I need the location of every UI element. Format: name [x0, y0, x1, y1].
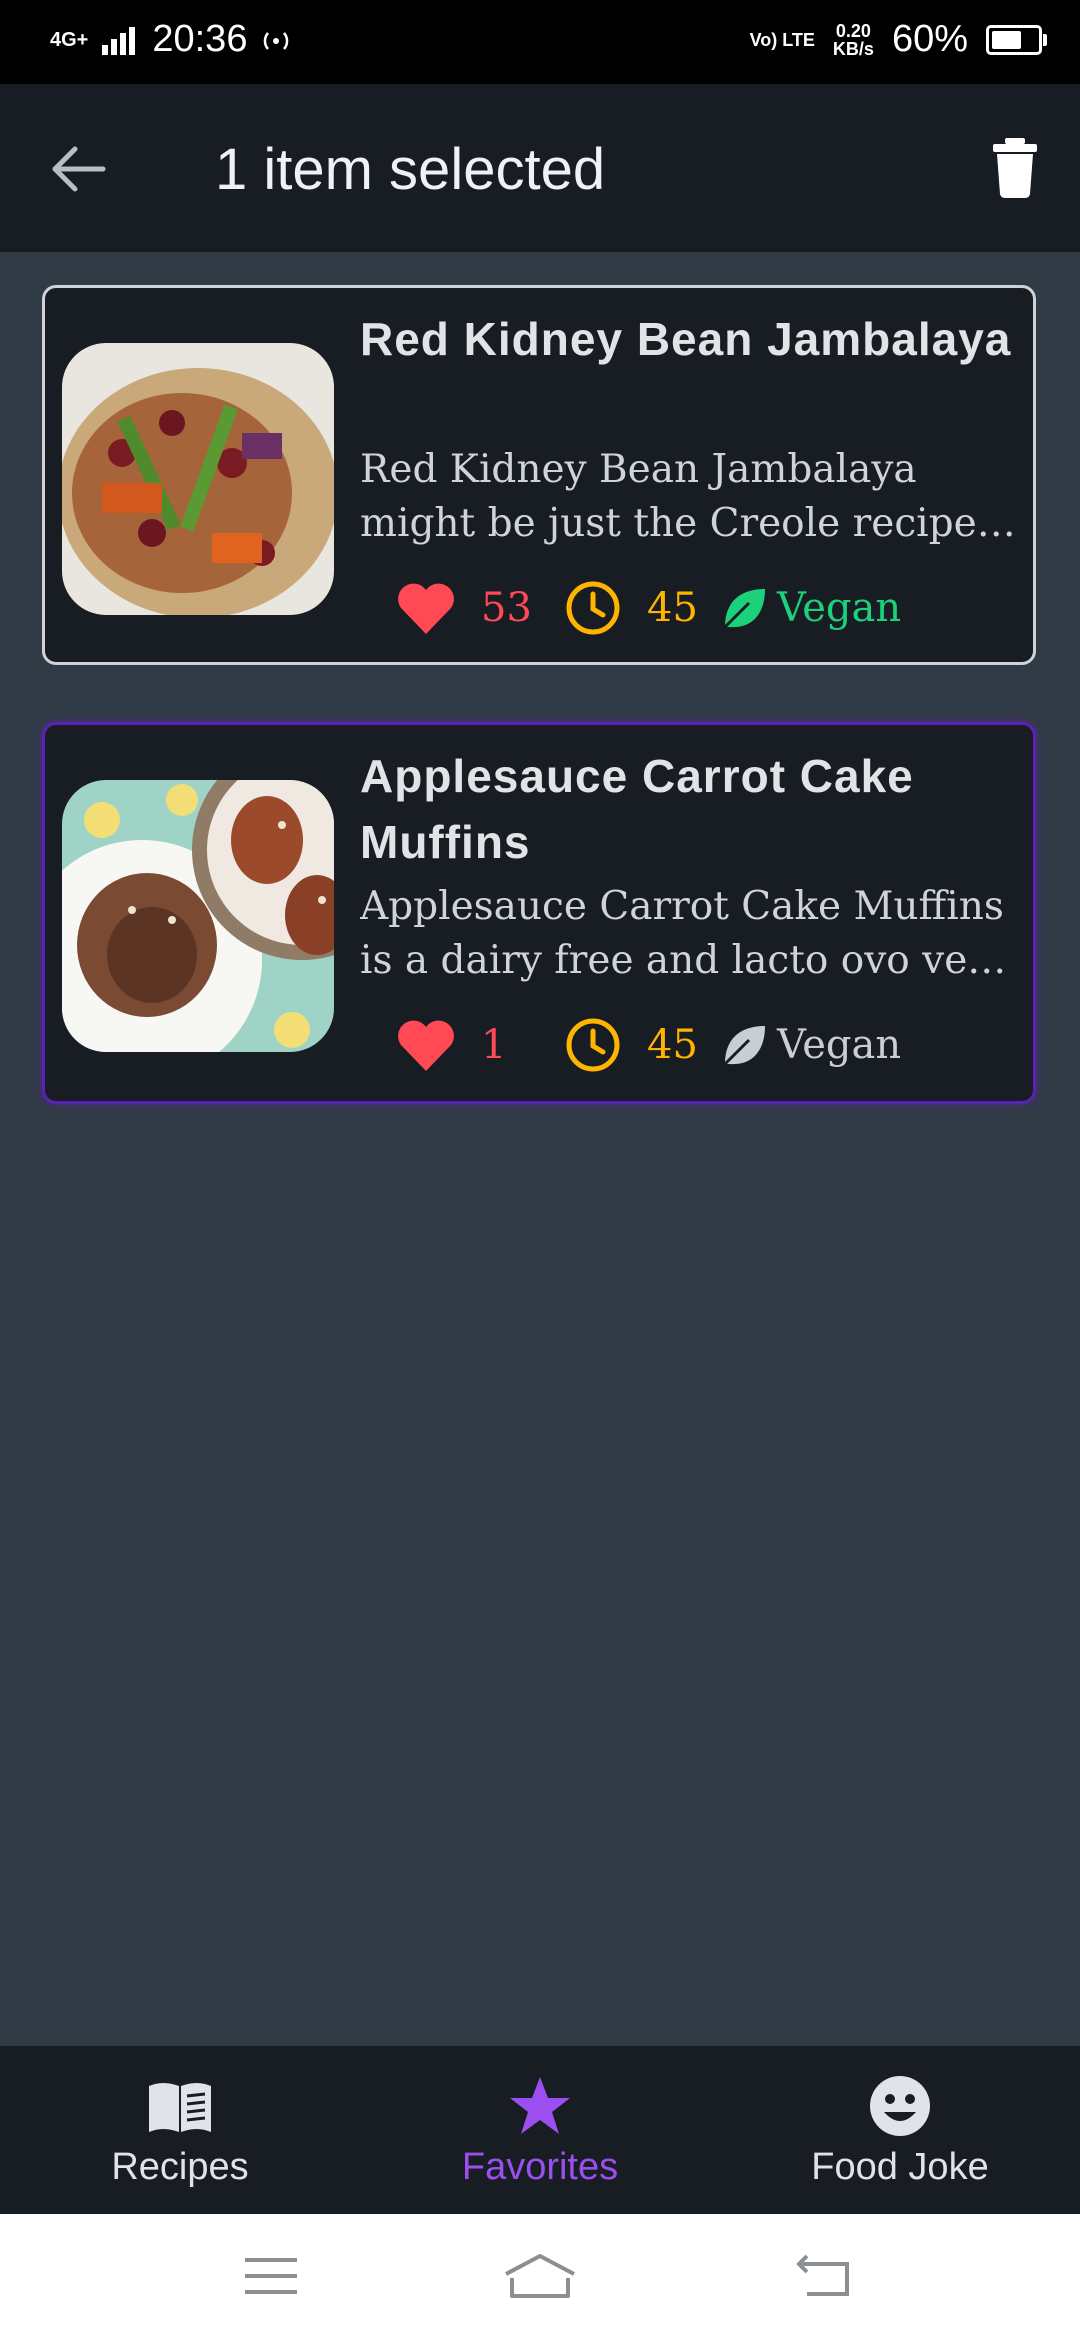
clock-icon — [566, 1018, 620, 1072]
recipe-meta: 53 45 Vegan — [395, 578, 901, 638]
recipe-card-selected[interactable]: Applesauce Carrot Cake Muffins Applesauc… — [42, 722, 1036, 1104]
menu-icon[interactable] — [243, 2256, 299, 2296]
recipe-description: Red Kidney Bean Jambalaya might be just … — [360, 447, 1016, 546]
recipe-image — [62, 343, 334, 615]
star-icon — [510, 2077, 570, 2134]
volte-indicator: Vo) LTE — [749, 29, 815, 50]
likes-count: 1 — [481, 1022, 507, 1068]
network-speed: 0.20 KB/s — [832, 20, 874, 59]
recipe-title: Applesauce Carrot Cake Muffins — [360, 750, 914, 868]
nav-item-food-joke[interactable]: Food Joke — [720, 2046, 1080, 2214]
nav-label: Food Joke — [811, 2146, 989, 2188]
system-navigation-bar — [0, 2214, 1080, 2340]
nav-item-recipes[interactable]: Recipes — [0, 2046, 360, 2214]
cook-time: 45 — [647, 1022, 698, 1068]
app-bar: 1 item selected — [0, 84, 1080, 252]
clock: 20:36 — [152, 18, 248, 60]
bottom-navigation: Recipes Favorites Food Joke — [0, 2046, 1080, 2214]
recipe-image — [62, 780, 334, 1052]
hotspot-icon — [264, 31, 289, 50]
leaf-icon — [723, 589, 765, 629]
recipe-meta: 1 45 Vegan — [395, 1015, 901, 1075]
smiley-icon — [870, 2076, 930, 2136]
clock-icon — [566, 581, 620, 635]
home-icon[interactable] — [502, 2252, 578, 2300]
recipe-card[interactable]: Red Kidney Bean Jambalaya Red Kidney Bea… — [42, 285, 1036, 665]
vegan-label: Vegan — [777, 1022, 902, 1068]
recipe-title: Red Kidney Bean Jambalaya — [360, 313, 1012, 365]
signal-icon — [102, 26, 136, 55]
heart-icon — [398, 1020, 454, 1071]
heart-icon — [398, 583, 454, 634]
network-indicator: 4G+ — [50, 28, 89, 51]
nav-item-favorites[interactable]: Favorites — [360, 2046, 720, 2214]
status-bar: 4G+ 20:36 Vo) LTE 0.20 KB/s 60% — [0, 0, 1080, 84]
trash-icon — [993, 138, 1037, 198]
recipe-description: Applesauce Carrot Cake Muffins is a dair… — [360, 884, 1007, 983]
delete-button[interactable] — [980, 132, 1050, 202]
back-nav-icon[interactable] — [795, 2254, 855, 2298]
nav-label: Favorites — [461, 2146, 619, 2188]
arrow-left-icon — [52, 146, 106, 192]
nav-label: Recipes — [111, 2146, 249, 2188]
vegan-label: Vegan — [777, 585, 902, 631]
battery-icon — [986, 24, 1047, 55]
leaf-icon — [723, 1026, 765, 1066]
book-icon — [149, 2083, 211, 2132]
battery-percent: 60% — [891, 18, 968, 60]
likes-count: 53 — [481, 585, 532, 631]
cook-time: 45 — [647, 585, 698, 631]
page-title: 1 item selected — [215, 137, 606, 202]
back-button[interactable] — [45, 134, 115, 204]
